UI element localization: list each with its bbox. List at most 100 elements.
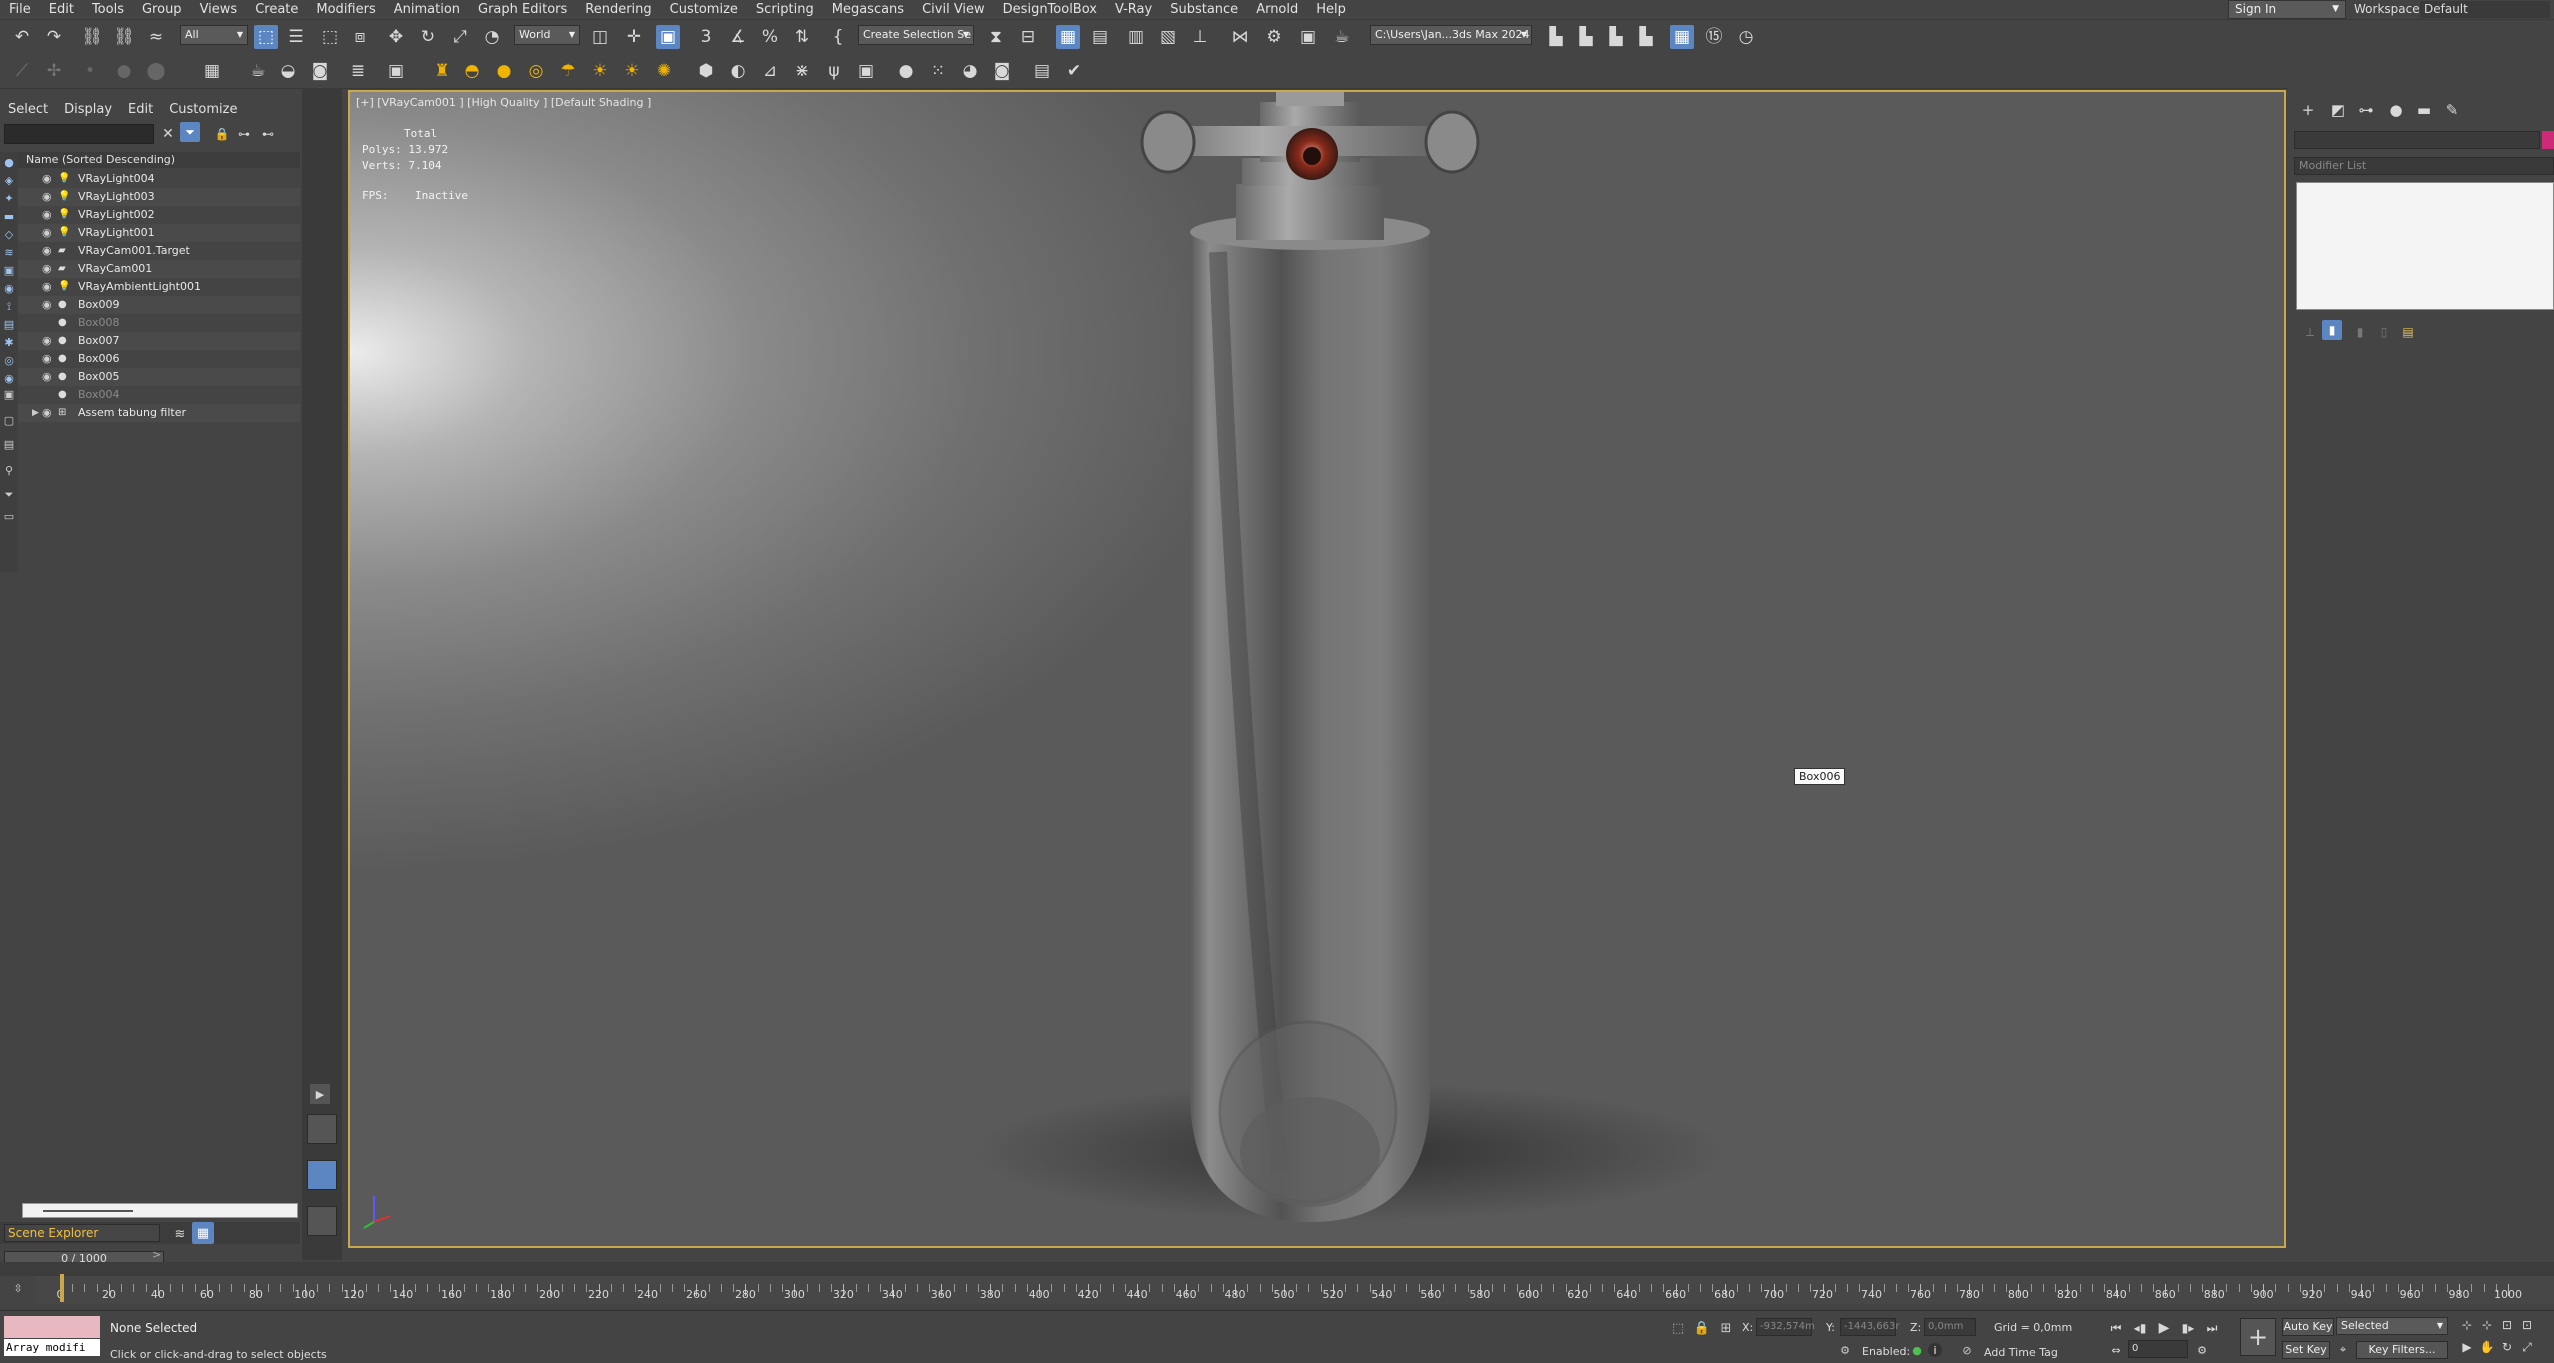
select-manipulate-icon[interactable]: ✛	[622, 25, 646, 49]
menu-create[interactable]: Create	[246, 0, 307, 19]
menu-help[interactable]: Help	[1307, 0, 1355, 19]
display-icon[interactable]: ▬	[2412, 98, 2436, 122]
filter-funnel-icon[interactable]: ⏷	[2, 488, 16, 502]
viewport[interactable]: [+] [VRayCam001 ] [High Quality ] [Defau…	[348, 90, 2286, 1248]
link-icon[interactable]: ⛓	[80, 25, 104, 49]
scene-list-scrollbar[interactable]	[22, 1203, 298, 1218]
visibility-icon[interactable]: ◉	[42, 332, 52, 350]
expand-layouts-icon[interactable]: ▶	[310, 1084, 330, 1104]
display-all-icon[interactable]: ◉	[2, 372, 16, 386]
display-containers-icon[interactable]: ▤	[2, 318, 16, 332]
maxscript-output[interactable]: Array modifi	[4, 1339, 100, 1356]
menu-arnold[interactable]: Arnold	[1247, 0, 1307, 19]
display-spacewarps-icon[interactable]: ≋	[2, 246, 16, 260]
edit-named-selection-icon[interactable]: {	[826, 25, 850, 49]
rendered-frame-window-icon[interactable]: ▣	[1296, 25, 1320, 49]
filter-icon[interactable]: ⏷	[180, 122, 200, 142]
visibility-icon[interactable]: ◉	[42, 404, 52, 422]
list-item[interactable]: ◉ 💡 VRayLight002	[18, 206, 300, 224]
selection-lock-icon[interactable]: 🔒	[1690, 1316, 1714, 1340]
unlink-icon[interactable]: ⛓	[112, 25, 136, 49]
clock-icon[interactable]: ◷	[1734, 25, 1758, 49]
pin-stack-icon[interactable]: ⟂	[2298, 320, 2322, 344]
visibility-icon[interactable]: ◉	[42, 260, 52, 278]
motion-icon[interactable]: ●	[2384, 98, 2408, 122]
curve-editor-icon[interactable]: ▧	[1156, 25, 1180, 49]
vray-fur-icon[interactable]: ⋇	[790, 59, 814, 83]
pivot-center-icon[interactable]: ◫	[588, 25, 612, 49]
show-end-result-icon[interactable]: ▮	[2322, 320, 2342, 340]
selection-filter-dropdown[interactable]: All ▼	[180, 25, 248, 45]
info-icon[interactable]: i	[1928, 1343, 1942, 1357]
time-cursor[interactable]	[60, 1274, 64, 1302]
key-filters-button[interactable]: Key Filters...	[2356, 1341, 2448, 1359]
display-xrefs-icon[interactable]: ◉	[2, 282, 16, 296]
light-sky-icon[interactable]: ✺	[652, 59, 676, 83]
list-item[interactable]: ◉ 💡 VRayLight003	[18, 188, 300, 206]
lock-icon[interactable]: 🔒	[210, 122, 234, 146]
close-icon[interactable]: ✕	[156, 122, 180, 146]
visibility-icon[interactable]: ◉	[42, 188, 52, 206]
menu-megascans[interactable]: Megascans	[823, 0, 913, 19]
configure-modifier-sets-icon[interactable]: ▤	[2396, 320, 2420, 344]
expand-hierarchy-icon[interactable]: ⊷	[256, 122, 280, 146]
display-hidden-icon[interactable]: ◎	[2, 354, 16, 368]
render-production-icon[interactable]: ☕	[1330, 25, 1354, 49]
material-override-icon[interactable]: ◙	[990, 59, 1014, 83]
pan-view-icon[interactable]: ✋	[2478, 1338, 2496, 1356]
hierarchy-sort-icon[interactable]: ▦	[192, 1222, 214, 1244]
light-sun-icon[interactable]: ☀	[620, 59, 644, 83]
z-coordinate-field[interactable]: 0,0mm	[1924, 1318, 1976, 1336]
list-item[interactable]: ● Box004	[18, 386, 300, 404]
scene-search-input[interactable]	[4, 124, 154, 144]
previous-frame-icon[interactable]: ◂▮	[2128, 1316, 2152, 1340]
hierarchy-icon[interactable]: ⊶	[232, 122, 256, 146]
go-to-start-icon[interactable]: ⏮	[2104, 1316, 2128, 1340]
list-item[interactable]: ◉ ● Box009	[18, 296, 300, 314]
display-helpers-icon[interactable]: ◇	[2, 228, 16, 242]
filter-icon[interactable]: ⚲	[2, 464, 16, 478]
visibility-icon[interactable]: ◉	[42, 368, 52, 386]
visibility-icon[interactable]: ◉	[42, 224, 52, 242]
grid-icon[interactable]: ▦	[200, 59, 224, 83]
scene-explorer-toggle-icon[interactable]: ▦	[1056, 25, 1080, 49]
material-editor-icon[interactable]: ⋈	[1228, 25, 1252, 49]
list-item[interactable]: ◉ ▰ VRayCam001.Target	[18, 242, 300, 260]
list-item[interactable]: ◉ ● Box006	[18, 350, 300, 368]
dot-icon[interactable]: •	[78, 59, 102, 83]
select-by-name-icon[interactable]: ☰	[284, 25, 308, 49]
wand-icon[interactable]: ⟋	[10, 59, 34, 83]
vray-proxy-icon[interactable]: ⬢	[694, 59, 718, 83]
light-dome-icon[interactable]: ◓	[460, 59, 484, 83]
visibility-icon[interactable]: ◉	[42, 206, 52, 224]
visibility-icon[interactable]: ◉	[42, 170, 52, 188]
auto-key-button[interactable]: Auto Key	[2282, 1318, 2334, 1336]
list-item[interactable]: ● Box008	[18, 314, 300, 332]
project-path-dropdown[interactable]: C:\Users\Jan...3ds Max 2024 ▼	[1370, 25, 1532, 45]
adaptive-degradation-icon[interactable]: ⚙	[1836, 1342, 1854, 1358]
select-move-icon[interactable]: ✥	[384, 25, 408, 49]
display-invert-icon[interactable]: ▢	[2, 414, 16, 428]
mirror-icon[interactable]: ⧗	[984, 25, 1008, 49]
light-mesh-icon[interactable]: ◎	[524, 59, 548, 83]
list-item[interactable]: ◉ 💡 VRayAmbientLight001	[18, 278, 300, 296]
visibility-icon[interactable]: ◉	[42, 350, 52, 368]
utilities-icon[interactable]: ✎	[2440, 98, 2464, 122]
object-color-swatch[interactable]	[2542, 131, 2554, 149]
spinner-snap-icon[interactable]: ⇅	[790, 25, 814, 49]
list-item[interactable]: ◉ 💡 VRayLight004	[18, 170, 300, 188]
menu-modifiers[interactable]: Modifiers	[307, 0, 384, 19]
vray-scatter-icon[interactable]: ▣	[854, 59, 878, 83]
scene-explorer-name-dropdown[interactable]: Scene Explorer	[4, 1224, 160, 1242]
key-filter-icon[interactable]: ⌖	[2334, 1340, 2352, 1358]
modifier-list-dropdown[interactable]: Modifier List	[2294, 157, 2554, 175]
add-time-tag-label[interactable]: Add Time Tag	[1984, 1346, 2058, 1359]
menu-group[interactable]: Group	[133, 0, 191, 19]
scene-list-header[interactable]: Name (Sorted Descending)	[18, 152, 300, 168]
vray-sphere-icon[interactable]: ◐	[726, 59, 750, 83]
maximize-viewport-icon[interactable]: ⤢	[2518, 1338, 2536, 1356]
list-item[interactable]: ▶ ◉ ⊞ Assem tabung filter	[18, 404, 300, 422]
go-to-end-icon[interactable]: ⏭	[2200, 1316, 2224, 1340]
menu-customize[interactable]: Customize	[661, 0, 747, 19]
vray-plane-icon[interactable]: ⊿	[758, 59, 782, 83]
